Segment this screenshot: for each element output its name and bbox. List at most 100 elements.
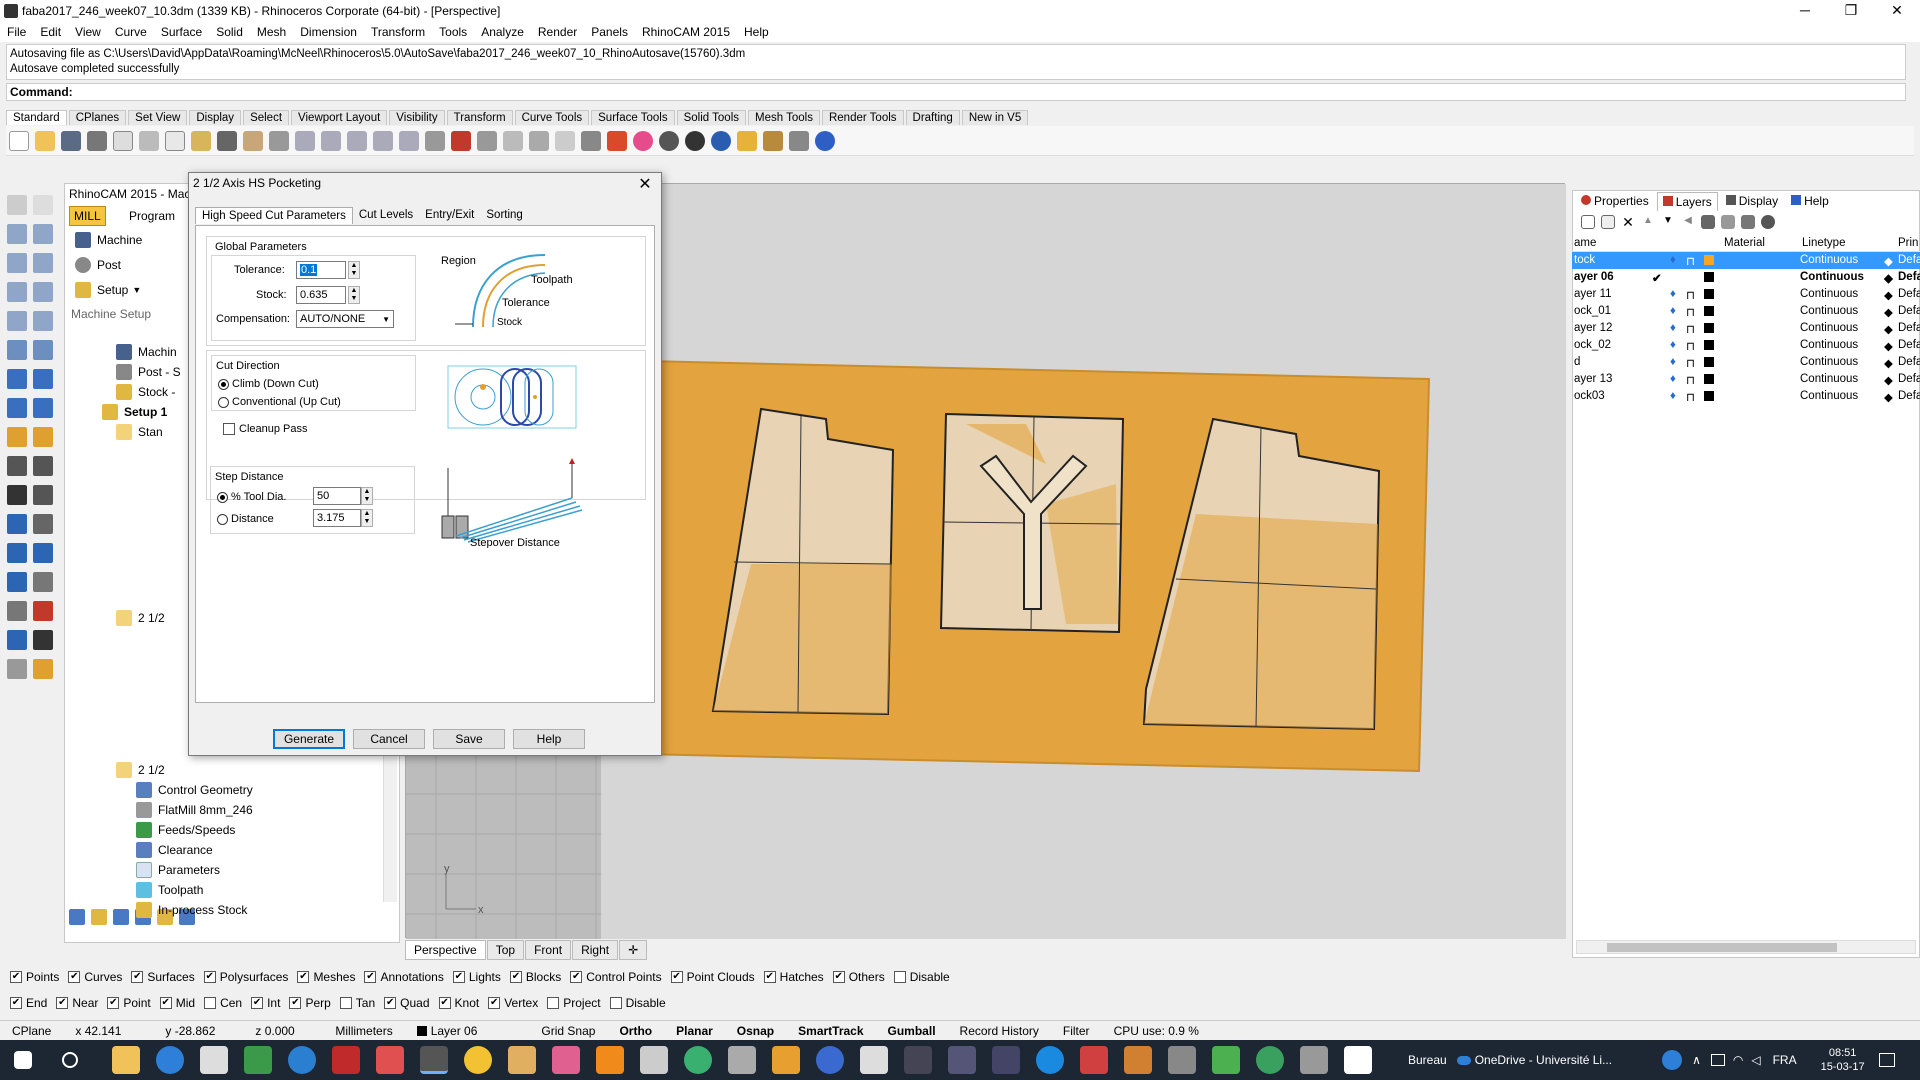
tab-new-in-v5[interactable]: New in V5 (961, 109, 1029, 125)
osnap-disable-checkbox[interactable]: Disable (609, 996, 666, 1010)
layer-color-swatch[interactable] (1704, 289, 1714, 299)
wifi-icon[interactable]: ◠ (1733, 1053, 1743, 1067)
filter-icon[interactable] (1701, 215, 1715, 229)
tree-node[interactable]: Control Geometry (70, 780, 392, 800)
app-dark3-icon[interactable] (992, 1046, 1020, 1074)
minimize-button[interactable]: ─ (1782, 0, 1828, 22)
search-icon[interactable] (62, 1052, 78, 1068)
distance-input[interactable]: 3.175 (313, 509, 361, 527)
tab-viewport-layout[interactable]: Viewport Layout (291, 109, 388, 125)
layer-color-swatch[interactable] (1704, 374, 1714, 384)
filter-points-checkbox[interactable]: ✔ Points (10, 970, 59, 984)
filter-polysurfaces-checkbox[interactable]: ✔ Polysurfaces (203, 970, 288, 984)
lock-icon[interactable] (581, 130, 601, 151)
scroll-thumb[interactable] (1607, 943, 1837, 952)
menu-dimension[interactable]: Dimension (293, 22, 364, 42)
app-dark-icon[interactable] (904, 1046, 932, 1074)
tab-right[interactable]: Right (572, 940, 619, 960)
sphere-icon[interactable] (33, 369, 53, 389)
cylinder-icon[interactable] (7, 398, 27, 418)
grid-snap-toggle[interactable]: Grid Snap (529, 1021, 607, 1041)
tree-node[interactable]: Toolpath (70, 880, 392, 900)
filter-point-clouds-checkbox[interactable]: ✔ Point Clouds (670, 970, 755, 984)
tab-surface-tools[interactable]: Surface Tools (591, 109, 675, 125)
curve-icon[interactable] (33, 224, 53, 244)
language-indicator[interactable]: FRA (1773, 1053, 1797, 1067)
osnap-cen-checkbox[interactable]: Cen (204, 996, 242, 1010)
tree-node[interactable]: Parameters (70, 860, 392, 880)
help-button[interactable]: Help (513, 729, 585, 749)
open-folder-icon[interactable] (35, 130, 55, 151)
point-icon[interactable] (33, 195, 53, 215)
planar-toggle[interactable]: Planar (664, 1021, 725, 1041)
visibility-bulb-icon[interactable]: ♦ (1670, 254, 1676, 266)
zoom-icon[interactable] (295, 130, 315, 151)
pan-hand-icon[interactable] (243, 130, 263, 151)
cplane-icon[interactable] (503, 130, 523, 151)
filter-lights-checkbox[interactable]: ✔ Lights (452, 970, 501, 984)
copy-icon[interactable] (165, 130, 185, 151)
import-icon[interactable] (113, 130, 133, 151)
visibility-bulb-icon[interactable]: ♦ (1670, 373, 1676, 385)
layer-row[interactable]: ayer 06 ✔ Continuous ◆ Defa (1572, 269, 1920, 286)
green-app-icon[interactable] (244, 1046, 272, 1074)
menu-file[interactable]: File (0, 22, 33, 42)
rotate-view-icon[interactable] (399, 130, 419, 151)
zoom-extents-icon[interactable] (347, 130, 367, 151)
boolean-icon[interactable] (7, 427, 27, 447)
acrobat-icon[interactable] (332, 1046, 360, 1074)
paint-icon[interactable] (737, 130, 757, 151)
tab-entry-exit[interactable]: Entry/Exit (419, 207, 480, 223)
new-layer-icon[interactable] (1581, 215, 1595, 229)
distance-radio[interactable]: Distance (217, 513, 274, 525)
new-sublayer-icon[interactable] (1601, 215, 1615, 229)
cage-icon[interactable] (7, 572, 27, 592)
osnap-near-checkbox[interactable]: ✔ Near (56, 996, 98, 1010)
layers-hscroll[interactable] (1576, 940, 1916, 954)
options-gear-icon[interactable] (763, 130, 783, 151)
inkscape-icon[interactable] (728, 1046, 756, 1074)
app-blue3-icon[interactable] (1036, 1046, 1064, 1074)
tree-node[interactable]: In-process Stock (70, 900, 392, 920)
menu-view[interactable]: View (68, 22, 108, 42)
app-red-icon[interactable] (1080, 1046, 1108, 1074)
tab-display-panel[interactable]: Display (1721, 192, 1783, 210)
filter-others-checkbox[interactable]: ✔ Others (832, 970, 885, 984)
trim-icon[interactable] (33, 340, 53, 360)
menu-panels[interactable]: Panels (584, 22, 635, 42)
app-dark2-icon[interactable] (948, 1046, 976, 1074)
visibility-bulb-icon[interactable]: ♦ (1670, 305, 1676, 317)
select-arrow-icon[interactable] (7, 195, 27, 215)
tree-node[interactable]: Feeds/Speeds (70, 820, 392, 840)
tolerance-spinner[interactable]: ▲ ▼ (348, 261, 360, 279)
zoom-selected-icon[interactable] (373, 130, 393, 151)
app-orange-icon[interactable] (1124, 1046, 1152, 1074)
close-button[interactable]: ✕ (1874, 0, 1920, 22)
lock-open-icon[interactable]: ⊓ (1686, 305, 1695, 319)
layer-color-swatch[interactable] (1704, 255, 1714, 265)
tab-properties[interactable]: Properties (1576, 192, 1654, 210)
setup-button[interactable]: Setup ▼ (75, 282, 141, 298)
program-tab[interactable]: Program (129, 209, 175, 223)
surface-icon[interactable] (33, 398, 53, 418)
tab-set-view[interactable]: Set View (128, 109, 188, 125)
filter-surfaces-checkbox[interactable]: ✔ Surfaces (131, 970, 195, 984)
compensation-select[interactable]: AUTO/NONE ▼ (296, 310, 394, 328)
tab-cut-levels[interactable]: Cut Levels (353, 207, 419, 223)
lock-open-icon[interactable]: ⊓ (1686, 356, 1695, 370)
layer-row[interactable]: tock ♦ ⊓ Continuous ◆ Defa (1572, 252, 1920, 269)
osnap-vertex-checkbox[interactable]: ✔ Vertex (488, 996, 538, 1010)
visibility-bulb-icon[interactable]: ♦ (1670, 322, 1676, 334)
osnap-quad-checkbox[interactable]: ✔ Quad (384, 996, 430, 1010)
move-down-icon[interactable]: ▼ (1661, 215, 1675, 229)
osnap-mid-checkbox[interactable]: ✔ Mid (159, 996, 195, 1010)
tab-layers[interactable]: Layers (1656, 191, 1718, 211)
vlc-icon[interactable] (596, 1046, 624, 1074)
menu-solid[interactable]: Solid (209, 22, 250, 42)
tab-visibility[interactable]: Visibility (389, 109, 445, 125)
layer-color-swatch[interactable] (1704, 323, 1714, 333)
mirror-icon[interactable] (33, 543, 53, 563)
tab-solid-tools[interactable]: Solid Tools (676, 109, 746, 125)
tab-curve-tools[interactable]: Curve Tools (514, 109, 590, 125)
layer-row[interactable]: ock_02 ♦ ⊓ Continuous ◆ Defa (1572, 337, 1920, 354)
